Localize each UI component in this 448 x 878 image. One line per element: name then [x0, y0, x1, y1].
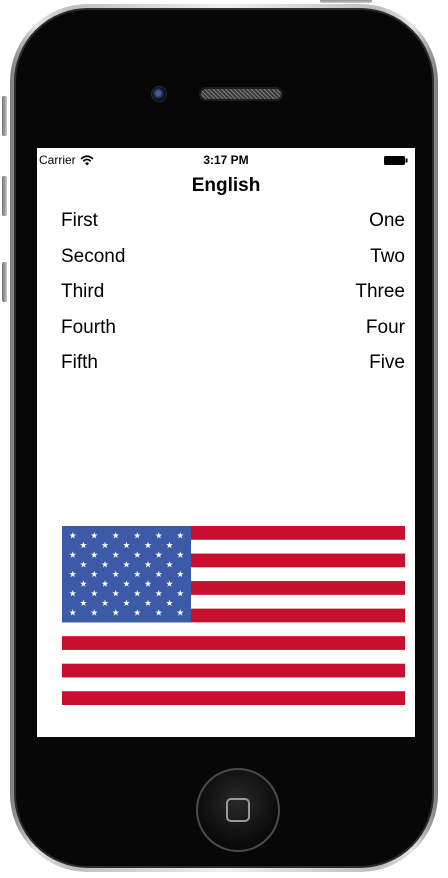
cardinal-label: Five	[369, 352, 405, 373]
ordinal-label: First	[61, 210, 98, 231]
flag-stripe	[62, 649, 405, 664]
cardinal-label: Two	[370, 245, 405, 267]
volume-down-button[interactable]	[2, 262, 7, 302]
word-list: First One Second Two Third Three Fourth …	[61, 206, 405, 384]
status-bar: Carrier 3:17 PM	[37, 148, 415, 170]
app-screen: Carrier 3:17 PM English First One Second…	[37, 148, 415, 737]
list-item[interactable]: Third Three	[61, 277, 405, 313]
home-button[interactable]	[196, 768, 280, 852]
mute-switch	[2, 96, 7, 136]
flag-stripe	[62, 663, 405, 678]
flag-stripe	[62, 677, 405, 692]
sleep-wake-button[interactable]	[320, 0, 372, 3]
battery-icon	[384, 156, 408, 165]
front-camera-icon	[151, 86, 167, 102]
flag-stripe	[62, 691, 405, 705]
ordinal-label: Third	[61, 281, 105, 302]
list-item[interactable]: First One	[61, 206, 405, 242]
flag-canton	[62, 526, 191, 623]
earpiece-speaker-icon	[199, 87, 283, 101]
flag-stripe	[62, 636, 405, 651]
cardinal-label: Three	[355, 281, 405, 302]
flag-stripe	[62, 622, 405, 637]
home-button-icon	[226, 798, 250, 822]
status-time: 3:17 PM	[203, 153, 249, 167]
navigation-title: English	[191, 175, 261, 196]
list-item[interactable]: Fifth Five	[61, 348, 405, 384]
list-item[interactable]: Second Two	[61, 242, 405, 278]
us-flag-image	[62, 526, 405, 705]
cardinal-label: Four	[365, 316, 405, 338]
volume-up-button[interactable]	[2, 176, 7, 216]
ordinal-label: Fourth	[61, 316, 116, 338]
ordinal-label: Fifth	[61, 352, 98, 373]
ordinal-label: Second	[61, 245, 126, 267]
list-item[interactable]: Fourth Four	[61, 313, 405, 349]
cardinal-label: One	[369, 210, 405, 231]
